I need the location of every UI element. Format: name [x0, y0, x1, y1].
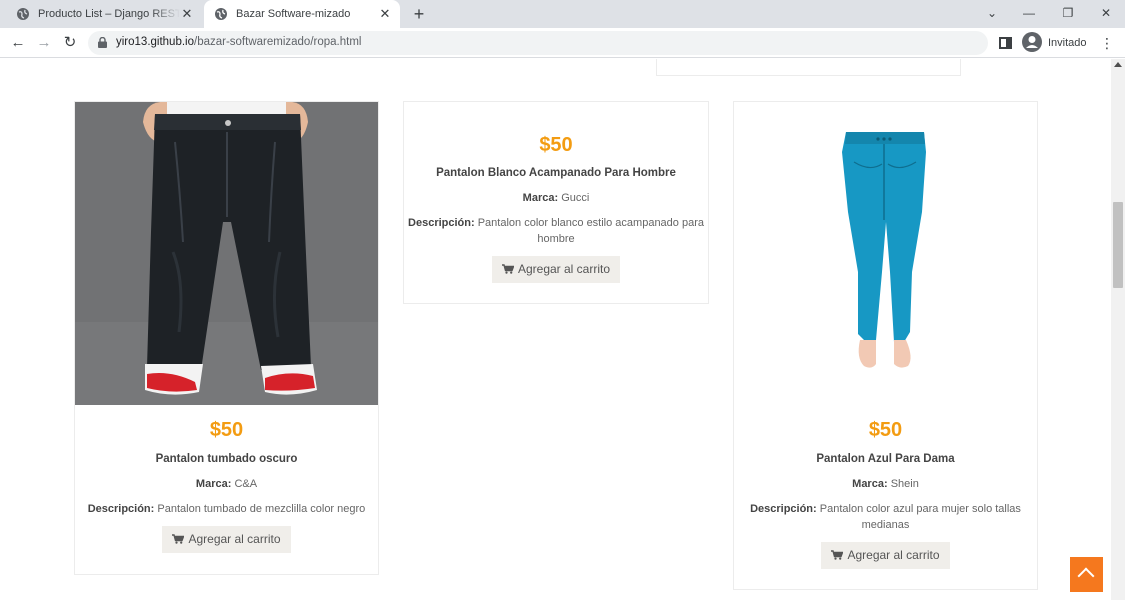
cart-icon — [172, 534, 185, 544]
product-image — [75, 102, 378, 405]
add-to-cart-label: Agregar al carrito — [188, 532, 281, 546]
tab-producto-list[interactable]: Producto List – Django REST fram ✕ — [16, 0, 202, 28]
brand-value: Gucci — [561, 192, 590, 204]
back-arrow-icon[interactable]: ← — [9, 34, 27, 52]
product-price: $50 — [868, 419, 903, 441]
product-name: Pantalon Blanco Acampanado Para Hombre — [436, 167, 676, 179]
brand-value: Shein — [890, 478, 919, 490]
product-brand: Marca: C&A — [75, 476, 378, 492]
add-to-cart-label: Agregar al carrito — [517, 262, 611, 276]
browser-toolbar: ← → ↻ yiro13.github.io/bazar-softwaremiz… — [0, 28, 1125, 58]
restore-icon[interactable]: ❐ — [1058, 4, 1078, 22]
profile-label[interactable]: Invitado — [1048, 37, 1087, 49]
product-card: $50 Pantalon Azul Para Dama Marca: Shein… — [733, 101, 1038, 590]
forward-arrow-icon[interactable]: → — [35, 34, 53, 52]
product-description: Descripción: Pantalon tumbado de mezclil… — [75, 501, 378, 517]
address-bar[interactable]: yiro13.github.io/bazar-softwaremizado/ro… — [88, 31, 988, 55]
brand-label: Marca: — [195, 478, 232, 490]
scroll-up-arrow-icon[interactable] — [1114, 62, 1122, 67]
globe-icon — [17, 8, 29, 20]
menu-dots-icon[interactable]: ⋮ — [1100, 34, 1114, 52]
product-card: $50 Pantalon tumbado oscuro Marca: C&A D… — [74, 101, 379, 575]
product-image — [734, 102, 1037, 405]
scrollbar-thumb[interactable] — [1113, 202, 1123, 288]
close-icon[interactable]: ✕ — [378, 7, 392, 21]
product-name: Pantalon tumbado oscuro — [155, 453, 298, 465]
reload-icon[interactable]: ↻ — [61, 34, 79, 52]
cart-icon — [501, 264, 514, 274]
cart-icon — [831, 550, 844, 560]
product-brand: Marca: Shein — [734, 476, 1037, 492]
url-text: yiro13.github.io/bazar-softwaremizado/ro… — [116, 36, 361, 48]
brand-value: C&A — [234, 478, 258, 490]
product-brand: Marca: Gucci — [404, 190, 708, 206]
description-label: Descripción: — [750, 503, 817, 515]
add-to-cart-label: Agregar al carrito — [847, 548, 940, 562]
add-to-cart-button[interactable]: Agregar al carrito — [491, 256, 621, 283]
brand-label: Marca: — [522, 192, 559, 204]
description-label: Descripción: — [408, 217, 475, 229]
description-value: Pantalon color blanco estilo acampanado … — [477, 217, 704, 245]
side-panel-icon[interactable] — [999, 37, 1012, 49]
product-price: $50 — [539, 134, 573, 156]
brand-label: Marca: — [852, 478, 888, 490]
url-path: /bazar-softwaremizado/ropa.html — [194, 36, 362, 48]
add-to-cart-button[interactable]: Agregar al carrito — [162, 526, 291, 553]
close-icon[interactable]: ✕ — [180, 7, 194, 21]
product-description: Descripción: Pantalon color azul para mu… — [734, 501, 1037, 533]
vertical-scrollbar[interactable] — [1111, 59, 1125, 600]
plus-icon[interactable]: + — [410, 5, 428, 23]
description-value: Pantalon color azul para mujer solo tall… — [819, 503, 1021, 531]
close-window-icon[interactable]: ✕ — [1096, 4, 1116, 22]
chevron-down-icon[interactable]: ⌄ — [982, 4, 1002, 22]
product-name: Pantalon Azul Para Dama — [816, 453, 955, 465]
tab-strip: Producto List – Django REST fram ✕ Bazar… — [0, 0, 1125, 28]
tab-title: Bazar Software-mizado — [236, 8, 351, 20]
description-label: Descripción: — [87, 503, 155, 515]
product-description: Descripción: Pantalon color blanco estil… — [404, 215, 708, 247]
add-to-cart-button[interactable]: Agregar al carrito — [821, 542, 950, 569]
lock-icon — [98, 37, 107, 48]
globe-icon — [215, 8, 227, 20]
minimize-icon[interactable]: — — [1019, 4, 1039, 22]
product-card-previous — [656, 59, 961, 76]
profile-icon[interactable] — [1022, 32, 1042, 52]
chevron-up-icon — [1077, 567, 1095, 585]
scroll-to-top-button[interactable] — [1070, 557, 1103, 592]
tab-bazar-software-mizado[interactable]: Bazar Software-mizado ✕ — [204, 0, 400, 28]
page-viewport: $50 Pantalon tumbado oscuro Marca: C&A D… — [0, 59, 1111, 600]
description-value: Pantalon tumbado de mezclilla color negr… — [157, 503, 366, 515]
product-card: $50 Pantalon Blanco Acampanado Para Homb… — [403, 101, 709, 304]
product-price: $50 — [209, 419, 244, 441]
url-host: yiro13.github.io — [116, 36, 194, 48]
tab-title: Producto List – Django REST fram — [38, 8, 180, 20]
